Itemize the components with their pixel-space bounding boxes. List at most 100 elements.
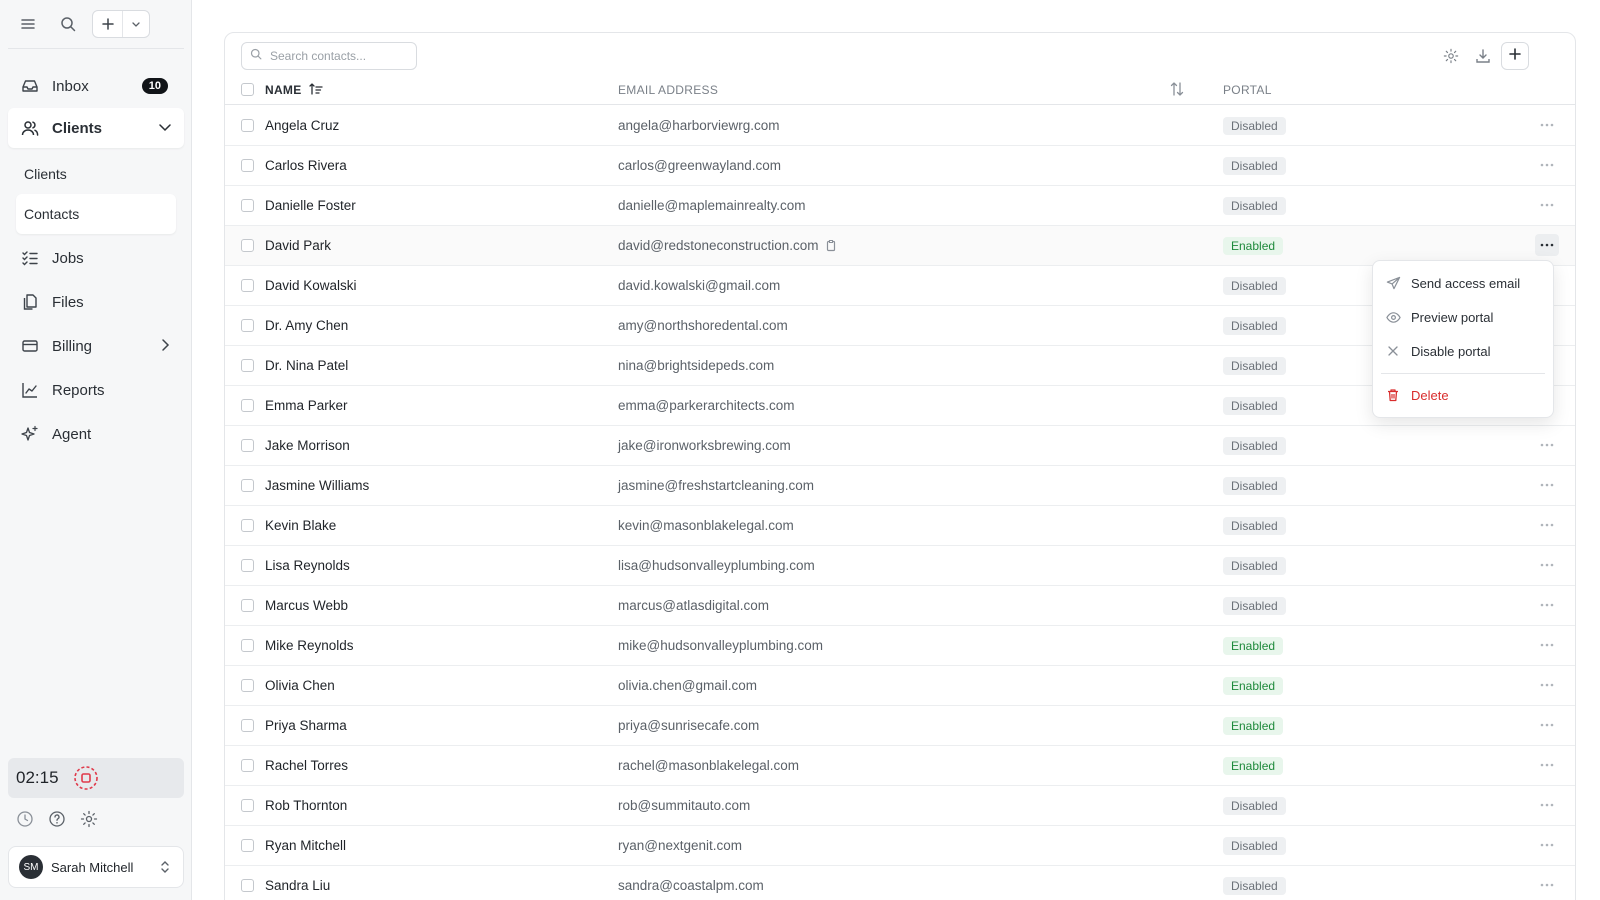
more-actions-icon[interactable] — [1535, 434, 1559, 456]
contact-name[interactable]: Dr. Amy Chen — [265, 318, 348, 333]
contact-name[interactable]: Angela Cruz — [265, 118, 339, 133]
sort-toggle-icon[interactable] — [1169, 81, 1185, 100]
contact-name[interactable]: Dr. Nina Patel — [265, 358, 348, 373]
table-row[interactable]: Jake Morrison jake@ironworksbrewing.com Di… — [225, 426, 1575, 466]
table-row[interactable]: David Park david@redstoneconstruction.com… — [225, 226, 1575, 266]
sidebar-item-files[interactable]: Files — [8, 282, 184, 322]
settings-gear-icon[interactable] — [1437, 42, 1465, 70]
table-row[interactable]: Olivia Chen olivia.chen@gmail.com Enabled — [225, 666, 1575, 706]
more-actions-icon[interactable] — [1535, 234, 1559, 256]
search-box[interactable] — [241, 42, 417, 70]
contact-name[interactable]: Jasmine Williams — [265, 478, 369, 493]
new-item-button[interactable] — [92, 10, 150, 38]
more-actions-icon[interactable] — [1535, 794, 1559, 816]
contact-name[interactable]: Olivia Chen — [265, 678, 335, 693]
more-actions-icon[interactable] — [1535, 474, 1559, 496]
row-checkbox[interactable] — [241, 479, 254, 492]
menu-item-delete[interactable]: Delete — [1373, 379, 1553, 411]
row-checkbox[interactable] — [241, 839, 254, 852]
sidebar-subitem-contacts[interactable]: Contacts — [16, 194, 176, 234]
more-actions-icon[interactable] — [1535, 714, 1559, 736]
sidebar-subitem-clients[interactable]: Clients — [16, 154, 176, 194]
row-checkbox[interactable] — [241, 799, 254, 812]
table-row[interactable]: Rachel Torres rachel@masonblakelegal.com E… — [225, 746, 1575, 786]
contact-name[interactable]: Jake Morrison — [265, 438, 350, 453]
search-icon[interactable] — [54, 10, 82, 38]
search-input[interactable] — [270, 49, 410, 63]
table-row[interactable]: Carlos Rivera carlos@greenwayland.com Disa… — [225, 146, 1575, 186]
row-checkbox[interactable] — [241, 239, 254, 252]
add-contact-button[interactable] — [1501, 42, 1529, 70]
row-checkbox[interactable] — [241, 319, 254, 332]
row-checkbox[interactable] — [241, 719, 254, 732]
menu-item-preview-portal[interactable]: Preview portal — [1373, 301, 1553, 333]
column-header-email[interactable]: EMAIL ADDRESS — [618, 83, 718, 97]
copy-icon[interactable] — [825, 239, 837, 252]
contact-name[interactable]: Lisa Reynolds — [265, 558, 350, 573]
more-actions-icon[interactable] — [1535, 754, 1559, 776]
contact-name[interactable]: Kevin Blake — [265, 518, 336, 533]
contact-name[interactable]: Rachel Torres — [265, 758, 348, 773]
row-checkbox[interactable] — [241, 879, 254, 892]
row-checkbox[interactable] — [241, 279, 254, 292]
contact-name[interactable]: Marcus Webb — [265, 598, 348, 613]
sidebar-item-billing[interactable]: Billing — [8, 326, 184, 366]
contact-name[interactable]: Danielle Foster — [265, 198, 356, 213]
row-checkbox[interactable] — [241, 159, 254, 172]
time-tracker[interactable]: 02:15 — [8, 758, 184, 798]
row-checkbox[interactable] — [241, 359, 254, 372]
row-checkbox[interactable] — [241, 119, 254, 132]
sidebar-item-inbox[interactable]: Inbox 10 — [8, 66, 184, 106]
row-checkbox[interactable] — [241, 679, 254, 692]
table-row[interactable]: Marcus Webb marcus@atlasdigital.com Disabl… — [225, 586, 1575, 626]
contact-name[interactable]: Mike Reynolds — [265, 638, 354, 653]
more-actions-icon[interactable] — [1535, 834, 1559, 856]
history-icon[interactable] — [16, 810, 34, 830]
table-row[interactable]: Kevin Blake kevin@masonblakelegal.com Disa… — [225, 506, 1575, 546]
more-actions-icon[interactable] — [1535, 634, 1559, 656]
contact-name[interactable]: Carlos Rivera — [265, 158, 347, 173]
more-actions-icon[interactable] — [1535, 154, 1559, 176]
more-actions-icon[interactable] — [1535, 514, 1559, 536]
contact-name[interactable]: David Kowalski — [265, 278, 357, 293]
user-switcher[interactable]: SM Sarah Mitchell — [8, 846, 184, 888]
help-icon[interactable] — [48, 810, 66, 830]
more-actions-icon[interactable] — [1535, 874, 1559, 896]
sort-ascending-icon[interactable] — [309, 82, 323, 99]
chevron-down-icon[interactable] — [123, 19, 149, 29]
stop-timer-icon[interactable] — [73, 765, 99, 791]
contact-name[interactable]: Ryan Mitchell — [265, 838, 346, 853]
table-row[interactable]: Ryan Mitchell ryan@nextgenit.com Disabled — [225, 826, 1575, 866]
contact-name[interactable]: Emma Parker — [265, 398, 348, 413]
menu-toggle-icon[interactable] — [14, 10, 42, 38]
contact-name[interactable]: Sandra Liu — [265, 878, 330, 893]
table-row[interactable]: Priya Sharma priya@sunrisecafe.com Enabled — [225, 706, 1575, 746]
download-icon[interactable] — [1469, 42, 1497, 70]
table-row[interactable]: Danielle Foster danielle@maplemainrealty.… — [225, 186, 1575, 226]
more-actions-icon[interactable] — [1535, 594, 1559, 616]
row-checkbox[interactable] — [241, 759, 254, 772]
table-row[interactable]: Mike Reynolds mike@hudsonvalleyplumbing.c… — [225, 626, 1575, 666]
contact-name[interactable]: Priya Sharma — [265, 718, 347, 733]
more-actions-icon[interactable] — [1535, 194, 1559, 216]
table-row[interactable]: Lisa Reynolds lisa@hudsonvalleyplumbing.c… — [225, 546, 1575, 586]
settings-gear-icon[interactable] — [80, 810, 98, 830]
select-all-checkbox[interactable] — [241, 83, 254, 96]
contact-name[interactable]: David Park — [265, 238, 331, 253]
row-checkbox[interactable] — [241, 399, 254, 412]
sidebar-item-agent[interactable]: Agent — [8, 414, 184, 454]
row-checkbox[interactable] — [241, 559, 254, 572]
row-checkbox[interactable] — [241, 599, 254, 612]
more-actions-icon[interactable] — [1535, 554, 1559, 576]
sidebar-item-jobs[interactable]: Jobs — [8, 238, 184, 278]
sidebar-item-clients[interactable]: Clients — [8, 108, 184, 148]
table-row[interactable]: Jasmine Williams jasmine@freshstartcleani… — [225, 466, 1575, 506]
more-actions-icon[interactable] — [1535, 114, 1559, 136]
table-row[interactable]: Rob Thornton rob@summitauto.com Disabled — [225, 786, 1575, 826]
row-checkbox[interactable] — [241, 199, 254, 212]
row-checkbox[interactable] — [241, 639, 254, 652]
column-header-name[interactable]: NAME — [265, 83, 302, 97]
column-header-portal[interactable]: PORTAL — [1223, 83, 1272, 97]
contact-name[interactable]: Rob Thornton — [265, 798, 347, 813]
row-checkbox[interactable] — [241, 519, 254, 532]
